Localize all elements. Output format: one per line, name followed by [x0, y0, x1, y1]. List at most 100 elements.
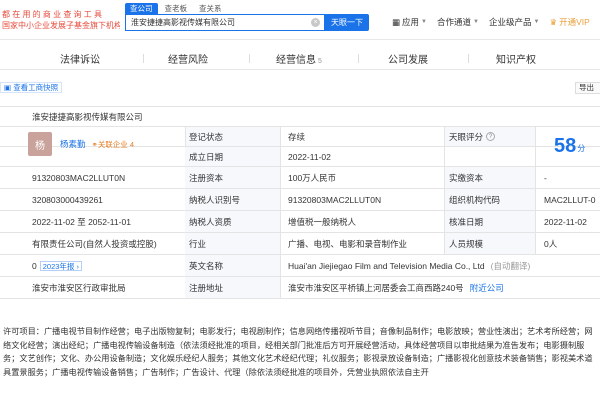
search-box: × — [125, 14, 325, 31]
reg-capital-label: 注册资本 — [185, 167, 280, 188]
approved-date-label: 核准日期 — [445, 211, 535, 232]
divider — [280, 127, 281, 146]
paid-capital: - — [544, 172, 547, 183]
search-button[interactable]: 天眼一下 — [325, 14, 369, 31]
reg-status-label: 登记状态 — [185, 127, 280, 146]
score-unit: 分 — [577, 144, 586, 153]
table-row: 淮安捷捷高影视传媒有限公司 — [0, 107, 600, 127]
divider — [280, 255, 281, 276]
score-block[interactable]: 58 分 — [554, 135, 585, 158]
company-name: 淮安捷捷高影视传媒有限公司 — [32, 111, 143, 122]
search-input[interactable] — [126, 15, 308, 30]
tab-divider — [249, 54, 250, 63]
industry: 广播、电视、电影和录音制作业 — [288, 238, 408, 249]
tab-ip-label: 知识产权 — [496, 55, 536, 66]
staff-size: 0人 — [544, 238, 558, 249]
tab-divider — [143, 54, 144, 63]
nav-enterprise[interactable]: 企业级产品 ▼ — [489, 16, 539, 28]
nav-vip[interactable]: ♛ 开通VIP — [549, 16, 589, 28]
authority: 淮安市淮安区行政审批局 — [32, 282, 126, 293]
divider — [185, 127, 186, 146]
annual-report-badge[interactable]: 2023年报 › — [39, 260, 83, 271]
top-header: 都 在 用 的 商 业 查 询 工 具 国家中小企业发展子基金旗下机构 查公司 … — [0, 0, 600, 40]
divider — [280, 167, 281, 188]
taxpayer-id-label: 纳税人识别号 — [185, 189, 280, 210]
reg-status: 存续 — [288, 131, 306, 142]
nav-apps-label: 应用 — [402, 17, 420, 27]
table-row: 成立日期 2022-11-02 — [0, 147, 600, 167]
export-button[interactable]: 导出 — [575, 82, 600, 94]
snapshot-icon: ▣ — [4, 83, 12, 92]
tab-risk-label: 经营风险 — [168, 55, 208, 66]
tab-risk[interactable]: 经营风险 — [168, 51, 208, 66]
tab-business-info[interactable]: 经营信息 5 — [276, 51, 322, 66]
grid-icon: ▦ — [392, 16, 401, 27]
business-info-table: 淮安捷捷高影视传媒有限公司 登记状态 存续 天眼评分? 杨 杨素勤 ⚭关联企业 … — [0, 106, 600, 299]
taxpayer-type-label: 纳税人资质 — [185, 211, 280, 232]
search-type-tabs: 查公司 查老板 查关系 — [125, 3, 227, 14]
table-row: 淮安市淮安区行政审批局 注册地址 淮安市淮安区平桥镇上河居委会工商西路240号 … — [0, 277, 600, 299]
en-name-cell: Huai'an Jiejiegao Film and Television Me… — [284, 255, 600, 276]
search-tab-company[interactable]: 查公司 — [125, 3, 158, 14]
table-row: 2022-11-02 至 2052-11-01 纳税人资质 增值税一般纳税人 核… — [0, 211, 600, 233]
divider — [535, 233, 536, 254]
divider — [280, 147, 281, 166]
annual-report-label: 2023年报 — [42, 261, 75, 271]
tab-divider — [358, 54, 359, 63]
tab-legal-label: 法律诉讼 — [60, 55, 100, 66]
auto-translate-note: (自动翻译) — [490, 260, 531, 271]
tab-development-label: 公司发展 — [388, 55, 428, 66]
approved-date: 2022-11-02 — [544, 216, 587, 227]
vip-crown-icon: ♛ — [549, 16, 558, 27]
chevron-right-icon: › — [76, 261, 80, 271]
insured-cell: 0 2023年报 › — [28, 255, 183, 276]
est-date: 2022-11-02 — [288, 151, 331, 162]
taxpayer-id: 91320803MAC2LLUT0N — [288, 194, 382, 205]
divider — [535, 147, 536, 166]
reg-no: 320803000439261 — [32, 194, 103, 205]
nav-cooperation[interactable]: 合作通道 ▼ — [437, 16, 479, 28]
slogan-line-2: 国家中小企业发展子基金旗下机构 — [2, 21, 120, 30]
chevron-down-icon: ▼ — [533, 19, 540, 25]
industry-label: 行业 — [185, 233, 280, 254]
divider — [535, 189, 536, 210]
table-row: 320803000439261 纳税人识别号 91320803MAC2LLUT0… — [0, 189, 600, 211]
snapshot-link[interactable]: ▣ 查看工商快照 — [0, 82, 63, 93]
nav-enterprise-label: 企业级产品 — [488, 17, 532, 27]
tab-development[interactable]: 公司发展 — [388, 51, 428, 66]
tab-ip[interactable]: 知识产权 — [496, 51, 536, 66]
nav-vip-label: 开通VIP — [559, 17, 590, 27]
tab-legal[interactable]: 法律诉讼 — [60, 51, 100, 66]
slogan-line-1: 都 在 用 的 商 业 查 询 工 具 — [2, 10, 103, 19]
divider — [535, 167, 536, 188]
tab-count: 5 — [318, 58, 322, 65]
insured-count: 0 — [32, 260, 37, 271]
nav-apps[interactable]: ▦ 应用 ▼ — [392, 16, 427, 28]
paid-capital-label: 实缴资本 — [445, 167, 535, 188]
score-value: 58 — [554, 135, 577, 157]
section-tabs: 法律诉讼 经营风险 经营信息 5 公司发展 知识产权 — [0, 48, 600, 70]
help-icon[interactable]: ? — [486, 132, 496, 141]
divider — [444, 147, 445, 166]
business-scope: 许可项目：广播电视节目制作经营；电子出版物复制；电影发行；电视剧制作；信息网络传… — [3, 327, 593, 377]
org-code: MAC2LLUT-0 — [544, 194, 596, 205]
reg-address-label: 注册地址 — [185, 277, 280, 298]
snapshot-link-label: 查看工商快照 — [13, 83, 59, 92]
table-row: 0 2023年报 › 英文名称 Huai'an Jiejiegao Film a… — [0, 255, 600, 277]
en-name: Huai'an Jiejiegao Film and Television Me… — [288, 260, 485, 271]
table-row: 91320803MAC2LLUT0N 注册资本 100万人民币 实缴资本 - — [0, 167, 600, 189]
divider — [280, 233, 281, 254]
divider — [280, 189, 281, 210]
search-tab-relation[interactable]: 查关系 — [194, 3, 227, 14]
reg-address: 淮安市淮安区平桥镇上河居委会工商西路240号 — [288, 282, 464, 293]
divider — [280, 211, 281, 232]
search-tab-boss[interactable]: 查老板 — [160, 3, 193, 14]
nearby-companies-link[interactable]: 附近公司 — [470, 282, 504, 294]
credit-code: 91320803MAC2LLUT0N — [32, 172, 126, 183]
taxpayer-type: 增值税一般纳税人 — [288, 216, 357, 227]
staff-label: 人员规模 — [445, 233, 535, 254]
clear-icon[interactable]: × — [311, 18, 320, 27]
slogan: 都 在 用 的 商 业 查 询 工 具 国家中小企业发展子基金旗下机构 — [2, 9, 120, 31]
table-row: 有限责任公司(自然人投资或控股) 行业 广播、电视、电影和录音制作业 人员规模 … — [0, 233, 600, 255]
chevron-down-icon: ▼ — [421, 19, 427, 25]
